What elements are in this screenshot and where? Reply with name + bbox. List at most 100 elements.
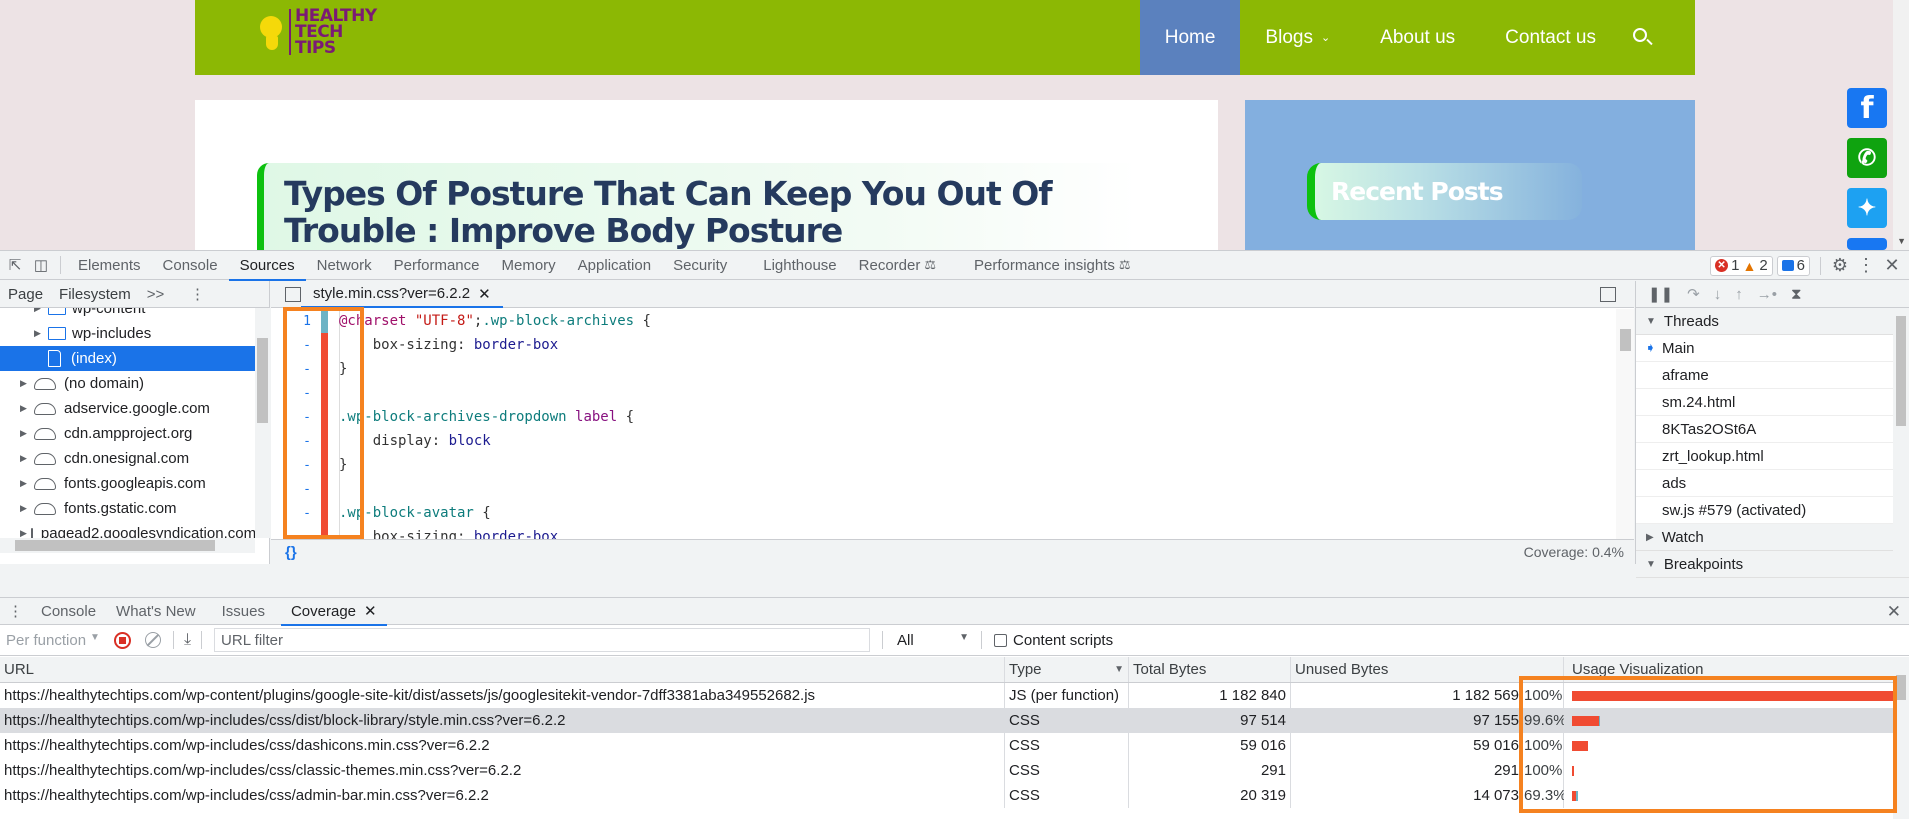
line-number[interactable]: -	[271, 410, 321, 425]
line-number[interactable]: -	[271, 530, 321, 540]
nav-about-us[interactable]: About us	[1355, 0, 1480, 75]
tab-console[interactable]: Console	[152, 251, 229, 280]
tree-item[interactable]: ▶wp-content	[0, 308, 255, 321]
line-number[interactable]: -	[271, 434, 321, 449]
tab-performance-insights[interactable]: Performance insights⚖	[963, 251, 1142, 280]
tree-horizontal-scrollbar[interactable]	[0, 538, 255, 553]
code-line[interactable]: -.wp-block-avatar {	[271, 501, 1616, 525]
nav-home[interactable]: Home	[1140, 0, 1241, 75]
tab-lighthouse[interactable]: Lighthouse	[752, 251, 847, 280]
close-devtools-icon[interactable]: ✕	[1879, 252, 1905, 280]
tab-application[interactable]: Application	[567, 251, 662, 280]
gear-icon[interactable]: ⚙	[1827, 252, 1853, 280]
kebab-menu-icon[interactable]: ⋮	[1853, 252, 1879, 280]
column-header-unused-bytes[interactable]: Unused Bytes	[1291, 657, 1564, 682]
thread-item[interactable]: aframe	[1636, 362, 1909, 389]
code-line[interactable]: -}	[271, 453, 1616, 477]
issues-counter[interactable]: ✕1 ▲2	[1710, 256, 1773, 276]
line-number[interactable]: -	[271, 338, 321, 353]
clear-icon[interactable]	[145, 632, 161, 648]
tab-sources[interactable]: Sources	[229, 251, 306, 280]
messages-counter[interactable]: 6	[1777, 256, 1810, 276]
close-drawer-icon[interactable]: ✕	[1887, 602, 1901, 622]
code-line[interactable]: - display: block	[271, 429, 1616, 453]
pretty-print-button[interactable]: {}	[285, 544, 297, 561]
navigator-tab-page[interactable]: Page	[0, 286, 51, 303]
column-header-usage-visualization[interactable]: Usage Visualization	[1564, 657, 1909, 682]
tab-memory[interactable]: Memory	[491, 251, 567, 280]
tab-elements[interactable]: Elements	[67, 251, 152, 280]
url-filter-input[interactable]	[214, 628, 870, 652]
more-tabs-icon[interactable]: >>	[139, 286, 173, 303]
drawer-tab-console[interactable]: Console	[31, 598, 106, 625]
line-number[interactable]: -	[271, 506, 321, 521]
code-content[interactable]: 1@charset "UTF-8";.wp-block-archives {- …	[271, 309, 1616, 539]
drawer-tab-coverage[interactable]: Coverage✕	[281, 598, 387, 625]
tree-item-selected[interactable]: (index)	[0, 346, 255, 371]
site-logo[interactable]: HEALTHY TECH TIPS	[257, 8, 377, 56]
thread-item[interactable]: ads	[1636, 470, 1909, 497]
tab-network[interactable]: Network	[306, 251, 383, 280]
debugger-scrollbar[interactable]	[1893, 308, 1909, 564]
code-line[interactable]: - box-sizing: border-box	[271, 525, 1616, 539]
stop-recording-icon[interactable]	[114, 632, 131, 649]
nav-contact-us[interactable]: Contact us	[1480, 0, 1621, 75]
code-line[interactable]: -	[271, 477, 1616, 501]
kebab-menu-icon[interactable]: ⋮	[190, 285, 205, 303]
thread-item[interactable]: sw.js #579 (activated)	[1636, 497, 1909, 524]
editor-file-tab[interactable]: style.min.css?ver=6.2.2 ✕	[301, 281, 503, 308]
editor-scrollbar[interactable]	[1616, 309, 1634, 539]
device-toolbar-icon[interactable]: ◫	[28, 251, 54, 279]
code-line[interactable]: - box-sizing: border-box	[271, 333, 1616, 357]
thread-item[interactable]: sm.24.html	[1636, 389, 1909, 416]
tree-item[interactable]: ▶pagead2.googlesyndication.com	[0, 521, 255, 538]
tree-item[interactable]: ▶wp-includes	[0, 321, 255, 346]
inspect-element-icon[interactable]: ⇱	[2, 251, 28, 279]
drawer-menu-icon[interactable]: ⋮	[0, 598, 31, 625]
step-into-icon[interactable]: ↓	[1714, 286, 1722, 303]
line-number[interactable]: -	[271, 458, 321, 473]
close-tab-icon[interactable]: ✕	[478, 285, 491, 303]
line-number[interactable]: -	[271, 482, 321, 497]
step-out-icon[interactable]: ↑	[1735, 286, 1743, 303]
thread-item[interactable]: zrt_lookup.html	[1636, 443, 1909, 470]
tree-item[interactable]: ▶cdn.onesignal.com	[0, 446, 255, 471]
column-header-type[interactable]: Type▼	[1005, 657, 1129, 682]
step-over-icon[interactable]: ↷	[1687, 285, 1700, 303]
table-row[interactable]: https://healthytechtips.com/wp-includes/…	[0, 733, 1909, 758]
threads-section-header[interactable]: ▼Threads	[1636, 308, 1909, 335]
code-line[interactable]: -	[271, 381, 1616, 405]
page-scrollbar[interactable]: ▼	[1893, 0, 1909, 250]
line-number[interactable]: -	[271, 386, 321, 401]
type-filter-select[interactable]: All▼	[889, 632, 975, 649]
tab-security[interactable]: Security	[662, 251, 738, 280]
tree-item[interactable]: ▶(no domain)	[0, 371, 255, 396]
drawer-tab-whats-new[interactable]: What's New	[106, 598, 206, 625]
code-line[interactable]: 1@charset "UTF-8";.wp-block-archives {	[271, 309, 1616, 333]
tree-item[interactable]: ▶adservice.google.com	[0, 396, 255, 421]
breakpoints-section-header[interactable]: ▼Breakpoints	[1636, 551, 1909, 578]
toggle-navigator-icon[interactable]	[285, 287, 301, 302]
table-scrollbar[interactable]	[1893, 657, 1909, 819]
export-icon[interactable]: ⤓	[180, 631, 195, 649]
deactivate-breakpoints-icon[interactable]: ⧗	[1791, 286, 1802, 303]
table-row[interactable]: https://healthytechtips.com/wp-includes/…	[0, 708, 1909, 733]
tree-item[interactable]: ▶fonts.gstatic.com	[0, 496, 255, 521]
nav-blogs[interactable]: Blogs⌄	[1240, 0, 1355, 75]
column-header-total-bytes[interactable]: Total Bytes	[1129, 657, 1291, 682]
line-number[interactable]: -	[271, 362, 321, 377]
coverage-mode-select[interactable]: Per function▼	[0, 632, 106, 649]
table-row[interactable]: https://healthytechtips.com/wp-includes/…	[0, 758, 1909, 783]
toggle-debugger-icon[interactable]	[1600, 287, 1616, 302]
tab-performance[interactable]: Performance	[383, 251, 491, 280]
table-row[interactable]: https://healthytechtips.com/wp-content/p…	[0, 683, 1909, 708]
tree-scrollbar[interactable]	[255, 308, 270, 538]
twitter-share-icon[interactable]: ✦	[1847, 188, 1887, 228]
share-icon[interactable]	[1847, 238, 1887, 250]
thread-item[interactable]: ➧Main	[1636, 335, 1909, 362]
code-line[interactable]: -}	[271, 357, 1616, 381]
search-icon[interactable]	[1631, 26, 1655, 50]
tree-item[interactable]: ▶cdn.ampproject.org	[0, 421, 255, 446]
thread-item[interactable]: 8KTas2OSt6A	[1636, 416, 1909, 443]
facebook-share-icon[interactable]: f	[1847, 88, 1887, 128]
